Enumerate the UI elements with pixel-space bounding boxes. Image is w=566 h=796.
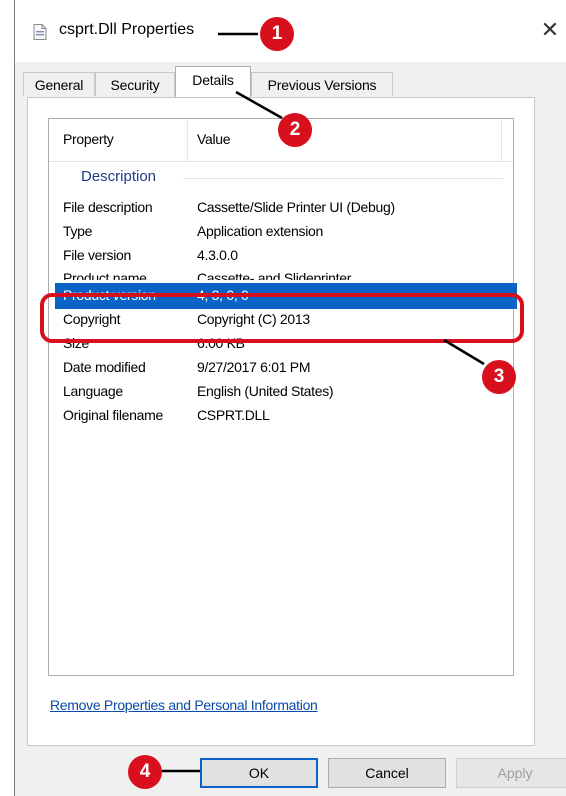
callout-marker-4: 4: [128, 755, 162, 789]
callout-marker-1: 1: [260, 17, 294, 51]
callout-line-3: [443, 338, 485, 366]
callout-line-2: [235, 90, 283, 120]
callout-marker-2: 2: [278, 113, 312, 147]
callout-marker-3: 3: [482, 360, 516, 394]
